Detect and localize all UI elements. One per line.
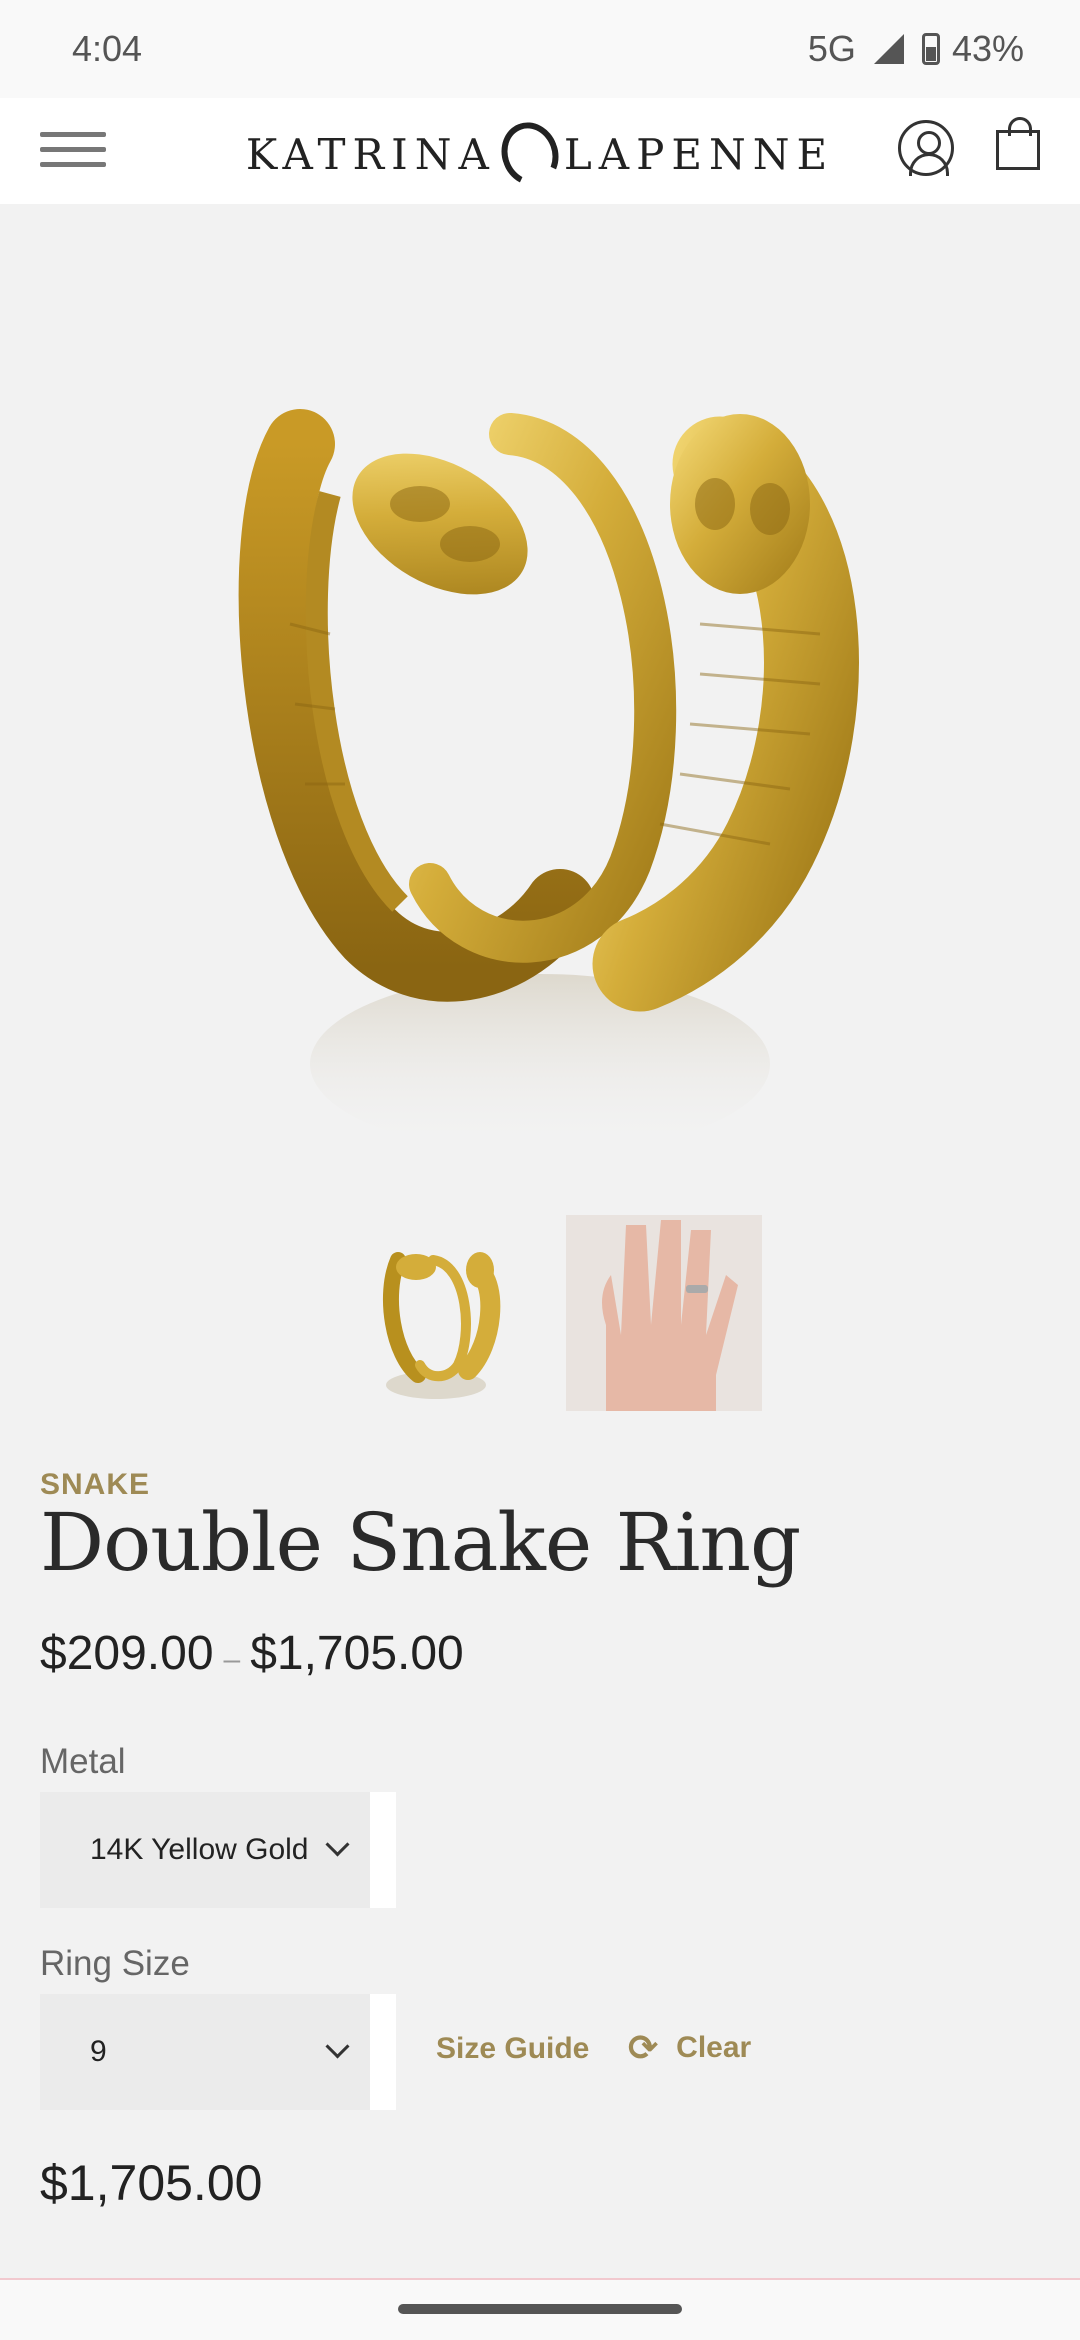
clear-label: Clear xyxy=(676,2031,752,2064)
account-icon[interactable] xyxy=(898,120,954,176)
selected-price: $1,705.00 xyxy=(40,2155,263,2211)
battery-percent: 43% xyxy=(951,28,1024,69)
price-separator: – xyxy=(223,1643,241,1676)
metal-label: Metal xyxy=(40,1742,126,1781)
ring-size-select[interactable]: 9 xyxy=(40,1994,396,2110)
signal-icon xyxy=(873,34,904,64)
product-title: Double Snake Ring xyxy=(40,1496,801,1589)
clear-button[interactable]: ⟳ Clear xyxy=(628,2030,751,2066)
price-range: $209.00– $1,705.00 xyxy=(40,1626,464,1681)
battery-icon xyxy=(921,33,940,65)
shopping-bag-icon[interactable] xyxy=(996,117,1040,170)
brand-name-right: LAPENNE xyxy=(563,130,835,179)
status-icons: 5G 43% xyxy=(808,28,1024,70)
status-time: 4:04 xyxy=(72,28,143,69)
ring-size-value: 9 xyxy=(90,2035,107,2068)
price-high: $1,705.00 xyxy=(250,1627,464,1680)
ring-size-label: Ring Size xyxy=(40,1944,190,1983)
thumbnail-on-hand[interactable] xyxy=(566,1215,762,1411)
network-label: 5G xyxy=(807,28,856,69)
status-bar: 4:04 5G 43% xyxy=(0,0,1080,98)
size-guide-link[interactable]: Size Guide xyxy=(436,2032,589,2066)
metal-select-value: 14K Yellow Gold xyxy=(90,1833,309,1866)
metal-select[interactable]: 14K Yellow Gold xyxy=(40,1792,396,1908)
chevron-down-icon xyxy=(325,1832,350,1857)
site-header: KATRINA LAPENNE xyxy=(0,98,1080,204)
brand-name-left: KATRINA xyxy=(245,130,496,179)
home-indicator[interactable] xyxy=(398,2304,682,2314)
thumbnail-ring[interactable] xyxy=(338,1215,534,1411)
refresh-icon: ⟳ xyxy=(628,2027,659,2068)
product-main-image[interactable] xyxy=(0,204,1080,1184)
price-low: $209.00 xyxy=(40,1627,214,1680)
chevron-down-icon xyxy=(325,2034,350,2059)
thumbnail-strip xyxy=(0,1215,1080,1411)
moon-icon xyxy=(492,114,568,194)
